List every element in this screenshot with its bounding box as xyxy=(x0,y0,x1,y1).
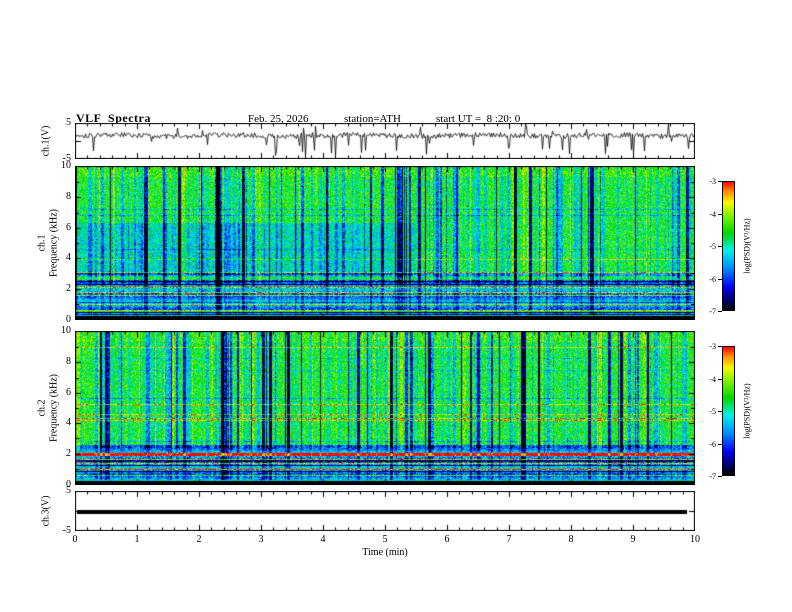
y-tick-label: 10 xyxy=(61,325,71,336)
colorbar-ch2-axis-label: log(PSD)(V²/Hz) xyxy=(742,383,752,439)
colorbar-tick-label: -5 xyxy=(709,242,716,251)
colorbar-tick xyxy=(718,476,722,477)
colorbar-tick xyxy=(718,311,722,312)
y-tick-label: 2 xyxy=(66,283,71,294)
y-tick-label: 10 xyxy=(61,160,71,171)
x-tick-label: 0 xyxy=(72,534,78,545)
colorbar-ch1-axis-label: log(PSD)(V²/Hz) xyxy=(742,218,752,274)
y-tick-label: 6 xyxy=(66,222,71,233)
y-tick-label: 8 xyxy=(66,356,71,367)
y-tick-label: 4 xyxy=(66,417,71,428)
colorbar-tick xyxy=(718,379,722,380)
ch2-channel-label: ch.2 xyxy=(36,399,48,417)
colorbar-tick-label: -5 xyxy=(709,407,716,416)
colorbar-ch1 xyxy=(722,181,735,311)
colorbar-tick xyxy=(718,346,722,347)
y-tick-label: 2 xyxy=(66,448,71,459)
colorbar-tick-label: -4 xyxy=(709,210,716,219)
x-tick-label: 4 xyxy=(320,534,326,545)
y-tick-label: 5 xyxy=(66,485,71,496)
x-tick-label: 9 xyxy=(630,534,636,545)
colorbar-tick xyxy=(718,214,722,215)
y-tick-label: 6 xyxy=(66,387,71,398)
x-tick-label: 8 xyxy=(568,534,574,545)
x-tick-label: 10 xyxy=(690,534,700,545)
vlf-figure: VLF Spectra Feb. 25, 2026 station=ATH st… xyxy=(0,0,792,612)
colorbar-tick-label: -6 xyxy=(709,275,716,284)
ch1-channel-label: ch.1 xyxy=(36,234,48,252)
ch1-voltage-axis-label: ch.1(V) xyxy=(40,125,52,157)
ch3-waveform-canvas xyxy=(75,491,695,531)
x-tick-label: 1 xyxy=(134,534,140,545)
x-tick-label: 3 xyxy=(258,534,264,545)
x-tick-label: 2 xyxy=(196,534,202,545)
y-tick-label: 8 xyxy=(66,191,71,202)
ch2-frequency-axis-label: Frequency (kHz) xyxy=(48,373,60,443)
ch3-voltage-axis-label: ch.3(V) xyxy=(40,495,52,527)
colorbar-tick xyxy=(718,279,722,280)
colorbar-tick xyxy=(718,181,722,182)
colorbar-ch2 xyxy=(722,346,735,476)
colorbar-tick xyxy=(718,246,722,247)
ch1-spectrogram-canvas xyxy=(75,166,695,320)
colorbar-tick xyxy=(718,444,722,445)
colorbar-tick-label: -3 xyxy=(709,177,716,186)
x-tick-label: 5 xyxy=(382,534,388,545)
colorbar-tick-label: -7 xyxy=(709,472,716,481)
x-tick-label: 7 xyxy=(506,534,512,545)
colorbar-tick-label: -6 xyxy=(709,440,716,449)
y-tick-label: 4 xyxy=(66,252,71,263)
time-axis-label: Time (min) xyxy=(362,547,408,558)
colorbar-tick-label: -4 xyxy=(709,375,716,384)
y-tick-label: 5 xyxy=(66,117,71,128)
ch1-frequency-axis-label: Frequency (kHz) xyxy=(48,208,60,278)
x-tick-label: 6 xyxy=(444,534,450,545)
colorbar-tick xyxy=(718,411,722,412)
ch2-spectrogram-canvas xyxy=(75,331,695,485)
ch1-waveform-canvas xyxy=(75,123,695,159)
colorbar-tick-label: -7 xyxy=(709,307,716,316)
colorbar-tick-label: -3 xyxy=(709,342,716,351)
